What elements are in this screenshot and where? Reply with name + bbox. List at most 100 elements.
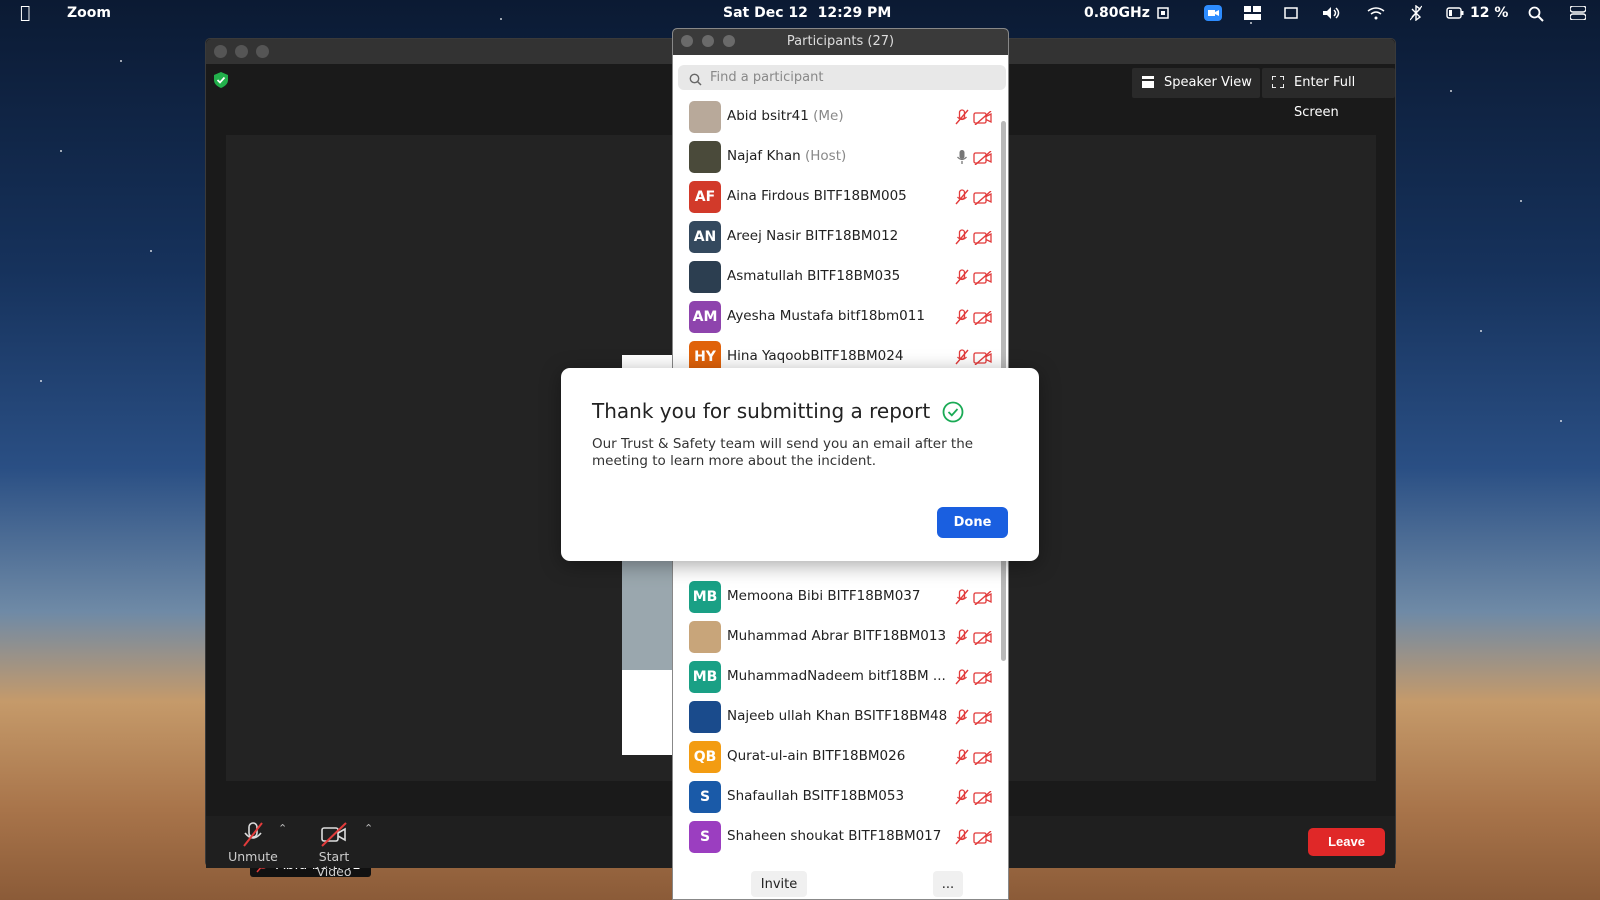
minimize-window-button[interactable]	[235, 45, 248, 58]
bluetooth-icon[interactable]	[1409, 4, 1423, 25]
participant-row[interactable]: AN Areej Nasir BITF18BM012	[673, 217, 1003, 257]
video-off-icon[interactable]	[973, 790, 993, 809]
zoom-panel-button[interactable]	[723, 35, 735, 47]
muted-mic-icon[interactable]	[955, 789, 969, 809]
muted-mic-icon[interactable]	[955, 709, 969, 729]
muted-mic-icon[interactable]	[955, 589, 969, 609]
avatar: AM	[689, 301, 721, 333]
video-off-icon[interactable]	[973, 350, 993, 369]
zoom-status-icon[interactable]	[1204, 5, 1222, 25]
volume-icon[interactable]	[1322, 6, 1342, 24]
datetime[interactable]: Sat Dec 12 12:29 PM	[723, 5, 891, 21]
full-screen-button[interactable]: Enter Full Screen	[1262, 68, 1395, 120]
minimize-panel-button[interactable]	[702, 35, 714, 47]
participant-row[interactable]: Asmatullah BITF18BM035	[673, 257, 1003, 297]
video-off-icon[interactable]	[973, 270, 993, 289]
participant-row[interactable]: Najaf Khan (Host)	[673, 137, 1003, 177]
more-options-button[interactable]: ...	[933, 871, 963, 897]
search-icon[interactable]	[1528, 6, 1544, 26]
video-off-icon[interactable]	[973, 830, 993, 849]
participant-row[interactable]: QB Qurat-ul-ain BITF18BM026	[673, 737, 1003, 777]
start-video-label: Start Video	[316, 849, 352, 879]
battery-icon[interactable]	[1446, 7, 1464, 23]
video-off-icon[interactable]	[973, 190, 993, 209]
video-off-icon[interactable]	[973, 750, 993, 769]
participant-name: Ayesha Mustafa bitf18bm011	[727, 308, 925, 324]
close-window-button[interactable]	[214, 45, 227, 58]
participants-title: Participants (27)	[786, 34, 895, 49]
video-options-chevron-icon[interactable]: ⌃	[364, 822, 373, 835]
participant-row[interactable]: S Shafaullah BSITF18BM053	[673, 777, 1003, 817]
close-panel-button[interactable]	[681, 35, 693, 47]
app-name[interactable]: Zoom	[67, 5, 111, 21]
cpu-readout[interactable]: 0.80GHz	[1084, 5, 1150, 21]
participant-row[interactable]: Muhammad Abrar BITF18BM013	[673, 617, 1003, 657]
participant-row[interactable]: MB MuhammadNadeem bitf18BM ...	[673, 657, 1003, 697]
mic-icon[interactable]	[955, 149, 969, 169]
participant-name: Areej Nasir BITF18BM012	[727, 228, 899, 244]
participant-row[interactable]: MB Memoona Bibi BITF18BM037	[673, 577, 1003, 617]
done-button[interactable]: Done	[937, 507, 1008, 538]
video-off-icon[interactable]	[973, 150, 993, 169]
muted-mic-icon[interactable]	[955, 829, 969, 849]
speaker-view-label: Speaker View	[1164, 75, 1252, 90]
participant-search-input[interactable]	[678, 65, 1006, 90]
participant-row[interactable]: Najeeb ullah Khan BSITF18BM48	[673, 697, 1003, 737]
muted-mic-icon[interactable]	[955, 629, 969, 649]
video-off-icon[interactable]	[973, 110, 993, 129]
encryption-shield-icon[interactable]	[214, 72, 228, 88]
participants-footer: Invite ...	[673, 865, 1008, 899]
cpu-icon[interactable]	[1156, 6, 1170, 24]
start-video-button[interactable]: Start Video	[300, 819, 368, 879]
dialog-message: Our Trust & Safety team will send you an…	[592, 436, 974, 469]
muted-mic-icon[interactable]	[955, 309, 969, 329]
invite-button[interactable]: Invite	[751, 871, 807, 897]
muted-mic-icon[interactable]	[955, 269, 969, 289]
video-off-icon[interactable]	[973, 670, 993, 689]
participant-role: (Me)	[813, 108, 844, 124]
zoom-window-button[interactable]	[256, 45, 269, 58]
avatar	[689, 261, 721, 293]
control-center-icon[interactable]	[1569, 5, 1587, 24]
report-confirmation-dialog: Thank you for submitting a report Our Tr…	[561, 368, 1039, 561]
video-off-icon[interactable]	[973, 310, 993, 329]
participant-name: Aina Firdous BITF18BM005	[727, 188, 907, 204]
avatar	[689, 141, 721, 173]
layout-icon[interactable]	[1244, 6, 1261, 24]
full-screen-icon	[1272, 76, 1284, 88]
apple-icon[interactable]: 	[20, 3, 30, 23]
audio-options-chevron-icon[interactable]: ⌃	[278, 822, 287, 835]
unmute-button[interactable]: Unmute	[228, 819, 278, 864]
participant-name: Qurat-ul-ain BITF18BM026	[727, 748, 906, 764]
speaker-view-icon	[1142, 76, 1154, 88]
muted-mic-icon[interactable]	[955, 669, 969, 689]
avatar: QB	[689, 741, 721, 773]
muted-mic-icon[interactable]	[955, 189, 969, 209]
wifi-icon[interactable]	[1367, 7, 1385, 24]
search-icon	[689, 71, 702, 90]
video-off-icon[interactable]	[973, 710, 993, 729]
participant-row[interactable]: S Shaheen shoukat BITF18BM017	[673, 817, 1003, 857]
avatar: MB	[689, 661, 721, 693]
video-off-icon[interactable]	[973, 230, 993, 249]
muted-mic-icon[interactable]	[955, 349, 969, 369]
participant-row[interactable]: AF Aina Firdous BITF18BM005	[673, 177, 1003, 217]
menu-bar:  Zoom Sat Dec 12 12:29 PM 0.80GHz 12 %	[0, 0, 1600, 28]
battery-percent[interactable]: 12 %	[1470, 5, 1508, 21]
speaker-view-button[interactable]: Speaker View	[1132, 68, 1260, 98]
participant-name: Shafaullah BSITF18BM053	[727, 788, 905, 804]
muted-mic-icon[interactable]	[955, 109, 969, 129]
participant-row[interactable]: Abid bsitr41 (Me)	[673, 97, 1003, 137]
avatar: S	[689, 781, 721, 813]
participant-name: Asmatullah BITF18BM035	[727, 268, 901, 284]
video-off-icon[interactable]	[973, 590, 993, 609]
muted-mic-icon[interactable]	[955, 749, 969, 769]
participant-role: (Host)	[804, 148, 847, 164]
leave-meeting-button[interactable]: Leave	[1308, 828, 1385, 856]
avatar	[689, 101, 721, 133]
participant-row[interactable]: AM Ayesha Mustafa bitf18bm011	[673, 297, 1003, 337]
display-icon[interactable]	[1284, 6, 1299, 24]
video-off-icon	[300, 819, 368, 849]
muted-mic-icon[interactable]	[955, 229, 969, 249]
video-off-icon[interactable]	[973, 630, 993, 649]
